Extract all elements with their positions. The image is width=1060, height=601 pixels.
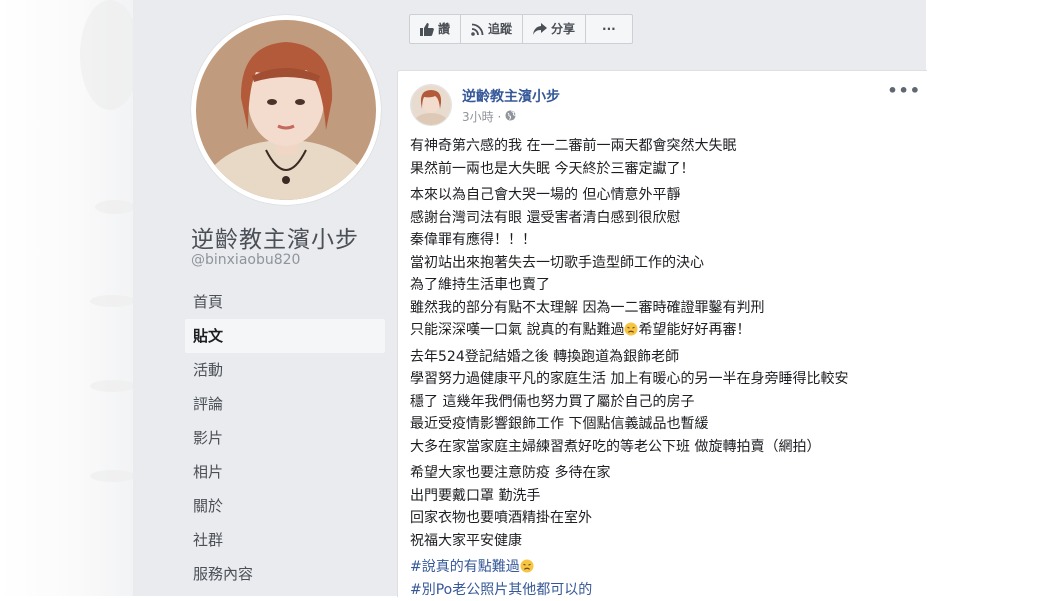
post-line: 希望大家也要注意防疫 多待在家 bbox=[410, 462, 922, 485]
blurred-shape bbox=[90, 380, 135, 392]
post-line: 祝福大家平安健康 bbox=[410, 530, 922, 553]
post-line: 感謝台灣司法有眼 還受害者清白感到很欣慰 bbox=[410, 207, 922, 230]
post-line: 回家衣物也要噴酒精掛在室外 bbox=[410, 507, 922, 530]
share-icon bbox=[533, 23, 547, 35]
nav-item-home[interactable]: 首頁 bbox=[185, 285, 385, 319]
post-body: 有神奇第六感的我 在一二審前一兩天都會突然大失眠 果然前一兩也是大失眠 今天終於… bbox=[410, 135, 922, 601]
post-author-avatar[interactable] bbox=[410, 84, 452, 126]
post-line: 只能深深嘆一口氣 說真的有點難過希望能好好再審！ bbox=[410, 319, 922, 342]
globe-icon bbox=[505, 110, 516, 124]
nav-item-events[interactable]: 活動 bbox=[185, 353, 385, 387]
post-line: 大多在家當家庭主婦練習煮好吃的等老公下班 做旋轉拍賣（網拍） bbox=[410, 436, 922, 459]
post-meta: 3小時 · bbox=[462, 108, 516, 125]
post-paragraph: 去年524登記結婚之後 轉換跑道為銀飾老師 學習努力過健康平凡的家庭生活 加上有… bbox=[410, 346, 922, 459]
post-time[interactable]: 3小時 · bbox=[462, 108, 501, 125]
right-margin bbox=[926, 0, 1060, 596]
nav-item-services[interactable]: 服務內容 bbox=[185, 557, 385, 591]
post-line-text: 只能深深嘆一口氣 說真的有點難過 bbox=[410, 322, 624, 338]
page-handle[interactable]: @binxiaobu820 bbox=[191, 252, 300, 268]
nav-item-photos[interactable]: 相片 bbox=[185, 455, 385, 489]
post-line: 當初站出來抱著失去一切歌手造型師工作的決心 bbox=[410, 252, 922, 275]
post-card: 逆齡教主濱小步 3小時 · ••• 有神奇第六感的我 在一二審前一兩天都會突然大… bbox=[397, 70, 927, 597]
page-action-bar: 讚 追蹤 分享 ··· bbox=[409, 14, 632, 44]
follow-button[interactable]: 追蹤 bbox=[460, 14, 523, 44]
post-line: 學習努力過健康平凡的家庭生活 加上有暖心的另一半在身旁睡得比較安 bbox=[410, 368, 922, 391]
post-line: 本來以為自己會大哭一場的 但心情意外平靜 bbox=[410, 184, 922, 207]
post-paragraph: 有神奇第六感的我 在一二審前一兩天都會突然大失眠 果然前一兩也是大失眠 今天終於… bbox=[410, 135, 922, 180]
blurred-shape bbox=[90, 470, 135, 482]
post-line: 雖然我的部分有點不太理解 因為一二審時確證罪鑿有判刑 bbox=[410, 297, 922, 320]
post-line: 穩了 這幾年我們倆也努力買了屬於自己的房子 bbox=[410, 391, 922, 414]
page-name[interactable]: 逆齡教主濱小步 bbox=[191, 220, 359, 254]
nav-item-posts[interactable]: 貼文 bbox=[185, 319, 385, 353]
follow-label: 追蹤 bbox=[488, 15, 512, 43]
nav-item-videos[interactable]: 影片 bbox=[185, 421, 385, 455]
blurred-shape bbox=[95, 200, 135, 214]
post-paragraph: 本來以為自己會大哭一場的 但心情意外平靜 感謝台灣司法有眼 還受害者清白感到很欣… bbox=[410, 184, 922, 342]
post-line: 有神奇第六感的我 在一二審前一兩天都會突然大失眠 bbox=[410, 135, 922, 158]
more-actions-button[interactable]: ··· bbox=[585, 14, 633, 44]
hashtag-text: #說真的有點難過 bbox=[410, 559, 520, 575]
share-button[interactable]: 分享 bbox=[522, 14, 586, 44]
post-paragraph: 希望大家也要注意防疫 多待在家 出門要戴口罩 勤洗手 回家衣物也要噴酒精掛在室外… bbox=[410, 462, 922, 552]
post-options-button[interactable]: ••• bbox=[887, 81, 921, 100]
facebook-page: 逆齡教主濱小步 @binxiaobu820 首頁 貼文 活動 評論 影片 相片 … bbox=[133, 0, 926, 596]
like-label: 讚 bbox=[438, 15, 450, 43]
like-icon bbox=[420, 23, 434, 36]
post-line: 最近受疫情影響銀飾工作 下個點信義誠品也暫緩 bbox=[410, 413, 922, 436]
nav-item-about[interactable]: 關於 bbox=[185, 489, 385, 523]
share-label: 分享 bbox=[551, 15, 575, 43]
hashtag-link[interactable]: #說真的有點難過 bbox=[410, 556, 922, 579]
avatar bbox=[196, 20, 376, 200]
post-line: 出門要戴口罩 勤洗手 bbox=[410, 485, 922, 508]
like-button[interactable]: 讚 bbox=[409, 14, 461, 44]
nav-item-reviews[interactable]: 評論 bbox=[185, 387, 385, 421]
post-line-text: 希望能好好再審！ bbox=[638, 322, 750, 338]
more-label: ··· bbox=[602, 15, 616, 43]
sad-emoji-icon bbox=[624, 321, 638, 335]
blurred-shape bbox=[80, 0, 140, 110]
post-line: 果然前一兩也是大失眠 今天終於三審定讞了！ bbox=[410, 158, 922, 181]
post-line: 去年524登記結婚之後 轉換跑道為銀飾老師 bbox=[410, 346, 922, 369]
page-nav: 首頁 貼文 活動 評論 影片 相片 關於 社群 服務內容 bbox=[185, 285, 385, 591]
profile-picture[interactable] bbox=[191, 15, 381, 205]
sad-emoji-icon bbox=[520, 558, 534, 572]
nav-item-community[interactable]: 社群 bbox=[185, 523, 385, 557]
blurred-shape bbox=[90, 295, 135, 307]
left-margin bbox=[0, 0, 133, 596]
post-author[interactable]: 逆齡教主濱小步 bbox=[462, 86, 560, 106]
post-line: 秦偉罪有應得！！！ bbox=[410, 229, 922, 252]
follow-icon bbox=[471, 23, 484, 36]
post-line: 為了維持生活車也賣了 bbox=[410, 274, 922, 297]
hashtag-link[interactable]: #別Po老公照片其他都可以的 bbox=[410, 579, 922, 601]
